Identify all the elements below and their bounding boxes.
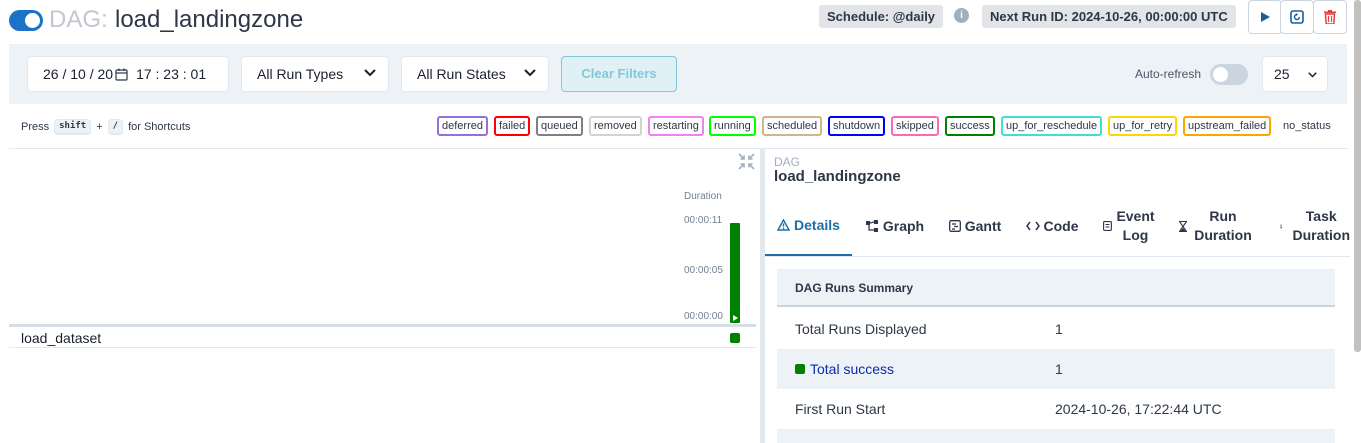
calendar-icon: [115, 68, 128, 81]
breadcrumb-dag[interactable]: load_landingzone: [774, 168, 901, 185]
slash-key: /: [107, 119, 124, 135]
parse-dag-button[interactable]: [1280, 0, 1314, 34]
base-date-input[interactable]: 26 / 10 / 20 17 : 23 : 01: [27, 56, 229, 92]
toggle-knob: [1213, 67, 1228, 82]
tab-label: Task Duration: [1292, 208, 1350, 243]
tab-run-duration[interactable]: Run Duration: [1176, 196, 1258, 256]
tab-label: Graph: [882, 217, 925, 234]
page-size-select[interactable]: 25: [1262, 56, 1328, 92]
tab-label: Code: [1043, 217, 1079, 234]
shift-key: shift: [54, 119, 92, 135]
tab-event-log[interactable]: Event Log: [1098, 196, 1160, 256]
time-value: 17 : 23 : 01: [136, 66, 207, 82]
legend-skipped[interactable]: skipped: [891, 116, 939, 136]
tab-gantt[interactable]: Gantt: [942, 196, 1008, 256]
schedule-badge: Schedule: @daily: [819, 5, 944, 28]
delete-dag-button[interactable]: [1313, 0, 1347, 34]
task-name[interactable]: load_dataset: [21, 330, 101, 346]
shortcut-plus: +: [96, 121, 103, 133]
row-key: Total Runs Displayed: [795, 321, 927, 337]
clear-filters-button[interactable]: Clear Filters: [561, 56, 677, 92]
legend-success[interactable]: success: [945, 116, 995, 136]
row-value: 1: [1055, 321, 1063, 337]
duration-axis-label: Duration: [684, 191, 722, 202]
tab-graph[interactable]: Graph: [860, 196, 930, 256]
collapse-icon[interactable]: [738, 153, 755, 170]
hourglass-icon: [1280, 224, 1283, 228]
legend-no-status: no_status: [1283, 120, 1331, 132]
log-icon: [1102, 221, 1112, 231]
shortcut-prefix: Press: [21, 121, 50, 133]
legend-queued[interactable]: queued: [536, 116, 583, 136]
row-value: 2024-10-26, 17:22:44 UTC: [1055, 401, 1222, 417]
tab-details[interactable]: Details: [765, 196, 852, 256]
pane-resize-handle[interactable]: [760, 149, 765, 443]
play-icon: [733, 315, 738, 321]
task-instance-box[interactable]: [730, 333, 740, 343]
chevron-down-icon: [364, 69, 376, 77]
chevron-down-icon: [524, 69, 536, 77]
duration-tick: 00:00:00: [684, 311, 723, 322]
legend-up-for-reschedule[interactable]: up_for_reschedule: [1001, 116, 1103, 136]
tab-label: Event Log: [1116, 208, 1155, 243]
run-state-select[interactable]: All Run States: [401, 56, 549, 92]
duration-tick: 00:00:05: [684, 265, 723, 276]
next-run-badge: Next Run ID: 2024-10-26, 00:00:00 UTC: [982, 5, 1236, 28]
legend-deferred[interactable]: deferred: [437, 116, 488, 136]
table-row[interactable]: [9, 327, 756, 348]
legend-up-for-retry[interactable]: up_for_retry: [1108, 116, 1178, 136]
info-icon[interactable]: i: [954, 8, 969, 23]
row-key: First Run Start: [795, 401, 886, 417]
tab-task-duration[interactable]: Task Duration: [1274, 196, 1350, 256]
legend-running[interactable]: running: [709, 116, 756, 136]
legend-shutdown[interactable]: shutdown: [828, 116, 886, 136]
trash-icon: [1324, 10, 1336, 24]
hourglass-icon: [1179, 220, 1187, 232]
refresh-icon: [1290, 10, 1304, 24]
divider: [9, 148, 1347, 149]
chevron-down-icon: [1308, 72, 1317, 78]
shortcut-suffix: for Shortcuts: [128, 121, 191, 133]
auto-refresh-label: Auto-refresh: [1135, 67, 1202, 81]
play-icon: [1261, 12, 1270, 22]
legend-failed[interactable]: failed: [494, 116, 531, 136]
table-row: [777, 429, 1335, 443]
gantt-icon: [948, 220, 961, 232]
duration-tick: 00:00:11: [684, 215, 723, 226]
tab-label: Run Duration: [1194, 208, 1252, 243]
breadcrumb-label: DAG: [774, 155, 801, 169]
trigger-dag-button[interactable]: [1248, 0, 1282, 34]
success-swatch: [795, 364, 805, 374]
warning-icon: [777, 219, 791, 231]
legend-removed[interactable]: removed: [589, 116, 642, 136]
tab-code[interactable]: Code: [1020, 196, 1084, 256]
shortcuts-hint: Press shift + / for Shortcuts: [21, 119, 190, 135]
page-title: load_landingzone: [115, 6, 304, 33]
date-value: 26 / 10 / 20: [43, 66, 114, 82]
legend-restarting[interactable]: restarting: [648, 116, 704, 136]
page-size-value: 25: [1274, 66, 1290, 82]
code-icon: [1025, 221, 1040, 231]
run-state-value: All Run States: [417, 66, 506, 82]
total-success-link[interactable]: Total success: [810, 361, 894, 377]
run-type-value: All Run Types: [257, 66, 344, 82]
toggle-knob: [25, 13, 40, 28]
dag-run-bar[interactable]: [730, 223, 740, 323]
dag-pause-toggle[interactable]: [9, 10, 43, 31]
tab-label: Gantt: [964, 217, 1002, 234]
tabs-underline: [765, 256, 1350, 257]
graph-icon: [865, 220, 878, 232]
legend-upstream-failed[interactable]: upstream_failed: [1183, 116, 1272, 136]
row-value: 1: [1055, 361, 1063, 377]
tab-label: Details: [794, 216, 840, 233]
legend-scheduled[interactable]: scheduled: [762, 116, 823, 136]
run-type-select[interactable]: All Run Types: [241, 56, 389, 92]
scrollbar[interactable]: [1354, 0, 1361, 352]
dag-prefix: DAG:: [49, 6, 108, 33]
table-title: DAG Runs Summary: [795, 281, 914, 295]
auto-refresh-toggle[interactable]: [1210, 64, 1248, 85]
